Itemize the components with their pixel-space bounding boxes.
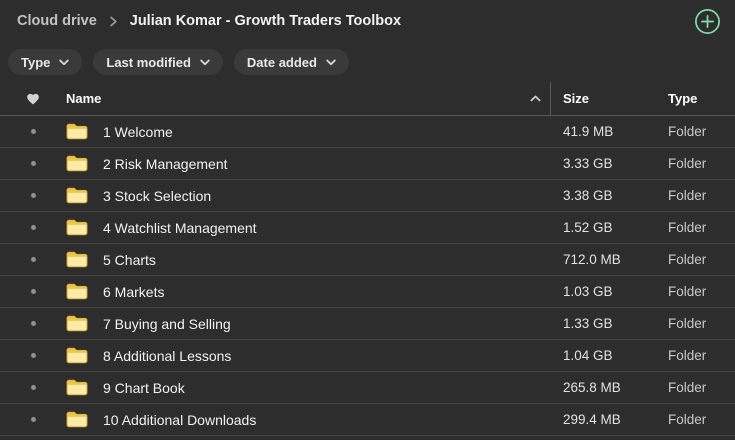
- column-header-type[interactable]: Type: [668, 91, 697, 106]
- item-dot-icon: [30, 289, 36, 294]
- table-header-row: Name Size Type: [0, 82, 735, 116]
- file-list: 1 Welcome 41.9 MB Folder 2 Risk Manageme…: [0, 116, 735, 436]
- breadcrumb-current: Julian Komar - Growth Traders Toolbox: [129, 13, 402, 29]
- item-dot-icon: [30, 161, 36, 166]
- table-row[interactable]: 9 Chart Book 265.8 MB Folder: [0, 372, 735, 404]
- file-size: 1.03 GB: [563, 284, 613, 299]
- item-dot-icon: [30, 225, 36, 230]
- file-type: Folder: [668, 220, 707, 235]
- file-size: 1.52 GB: [563, 220, 613, 235]
- file-name[interactable]: 9 Chart Book: [103, 380, 185, 396]
- file-type: Folder: [668, 188, 707, 203]
- filter-type[interactable]: Type: [8, 49, 83, 75]
- table-row[interactable]: 4 Watchlist Management 1.52 GB Folder: [0, 212, 735, 244]
- file-type: Folder: [668, 316, 707, 331]
- breadcrumb: Cloud drive Julian Komar - Growth Trader…: [17, 13, 401, 29]
- folder-icon: [66, 283, 88, 300]
- file-type: Folder: [668, 412, 707, 427]
- table-row[interactable]: 10 Additional Downloads 299.4 MB Folder: [0, 404, 735, 436]
- file-size: 299.4 MB: [563, 412, 621, 427]
- file-size: 1.33 GB: [563, 316, 613, 331]
- file-name[interactable]: 7 Buying and Selling: [103, 316, 231, 332]
- file-name[interactable]: 5 Charts: [103, 252, 156, 268]
- folder-icon: [66, 315, 88, 332]
- column-header-size[interactable]: Size: [563, 91, 589, 106]
- file-size: 1.04 GB: [563, 348, 613, 363]
- filter-date-added[interactable]: Date added: [233, 49, 349, 75]
- file-name[interactable]: 6 Markets: [103, 284, 164, 300]
- breadcrumb-root[interactable]: Cloud drive: [17, 13, 97, 29]
- item-dot-icon: [30, 321, 36, 326]
- topbar: Cloud drive Julian Komar - Growth Trader…: [0, 0, 735, 42]
- sort-ascending-icon[interactable]: [530, 95, 541, 102]
- file-type: Folder: [668, 348, 707, 363]
- table-row[interactable]: 1 Welcome 41.9 MB Folder: [0, 116, 735, 148]
- file-type: Folder: [668, 156, 707, 171]
- file-name[interactable]: 4 Watchlist Management: [103, 220, 257, 236]
- file-manager: Cloud drive Julian Komar - Growth Trader…: [0, 0, 735, 436]
- file-name[interactable]: 3 Stock Selection: [103, 188, 211, 204]
- chevron-down-icon: [59, 59, 70, 66]
- item-dot-icon: [30, 385, 36, 390]
- file-name[interactable]: 10 Additional Downloads: [103, 412, 256, 428]
- plus-circle-icon: [694, 8, 721, 35]
- table-row[interactable]: 8 Additional Lessons 1.04 GB Folder: [0, 340, 735, 372]
- filter-bar: Type Last modified Date added: [0, 42, 735, 82]
- file-type: Folder: [668, 284, 707, 299]
- add-button[interactable]: [694, 8, 721, 35]
- table-row[interactable]: 3 Stock Selection 3.38 GB Folder: [0, 180, 735, 212]
- file-size: 41.9 MB: [563, 124, 614, 139]
- file-size: 3.33 GB: [563, 156, 613, 171]
- filter-type-label: Type: [21, 54, 51, 70]
- table-row[interactable]: 7 Buying and Selling 1.33 GB Folder: [0, 308, 735, 340]
- file-size: 712.0 MB: [563, 252, 621, 267]
- folder-icon: [66, 155, 88, 172]
- item-dot-icon: [30, 129, 36, 134]
- filter-date-added-label: Date added: [246, 54, 317, 70]
- table-row[interactable]: 2 Risk Management 3.33 GB Folder: [0, 148, 735, 180]
- folder-icon: [66, 251, 88, 268]
- item-dot-icon: [30, 193, 36, 198]
- file-type: Folder: [668, 124, 707, 139]
- chevron-right-icon: [109, 16, 118, 27]
- file-size: 265.8 MB: [563, 380, 621, 395]
- table-row[interactable]: 5 Charts 712.0 MB Folder: [0, 244, 735, 276]
- folder-icon: [66, 411, 88, 428]
- file-name[interactable]: 1 Welcome: [103, 124, 173, 140]
- table-row[interactable]: 6 Markets 1.03 GB Folder: [0, 276, 735, 308]
- chevron-down-icon: [326, 59, 336, 66]
- folder-icon: [66, 379, 88, 396]
- folder-icon: [66, 347, 88, 364]
- file-name[interactable]: 8 Additional Lessons: [103, 348, 231, 364]
- filter-last-modified-label: Last modified: [106, 54, 191, 70]
- item-dot-icon: [30, 417, 36, 422]
- item-dot-icon: [30, 257, 36, 262]
- chevron-down-icon: [200, 59, 210, 66]
- file-type: Folder: [668, 380, 707, 395]
- column-header-name[interactable]: Name: [66, 91, 101, 106]
- folder-icon: [66, 187, 88, 204]
- file-size: 3.38 GB: [563, 188, 613, 203]
- file-table: Name Size Type 1 Welcome 41.9 MB Folder …: [0, 82, 735, 436]
- column-header-favorite[interactable]: [0, 92, 66, 105]
- filter-last-modified[interactable]: Last modified: [93, 49, 223, 75]
- heart-icon: [26, 92, 40, 105]
- folder-icon: [66, 123, 88, 140]
- file-type: Folder: [668, 252, 707, 267]
- file-name[interactable]: 2 Risk Management: [103, 156, 228, 172]
- folder-icon: [66, 219, 88, 236]
- item-dot-icon: [30, 353, 36, 358]
